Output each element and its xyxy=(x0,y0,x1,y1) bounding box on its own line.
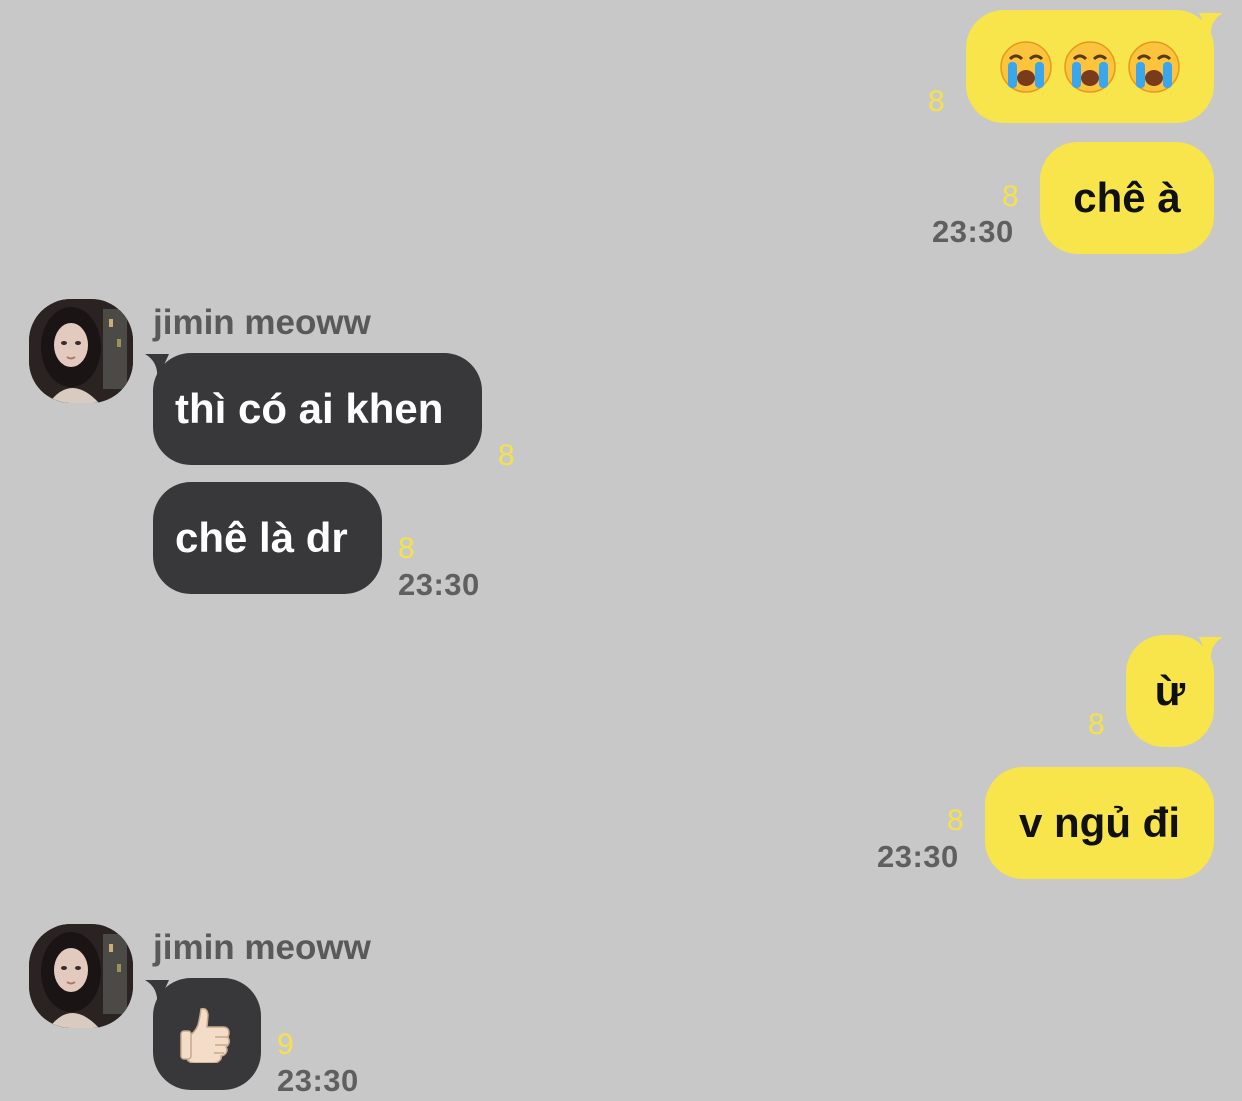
message-bubble-sent[interactable] xyxy=(966,10,1214,123)
thumbs-up-icon xyxy=(179,1005,235,1064)
unread-count: 8 xyxy=(928,85,945,118)
profile-photo-icon xyxy=(29,924,133,1028)
crying-face-icon xyxy=(1127,40,1181,94)
message-timestamp: 23:30 xyxy=(398,567,480,602)
message-timestamp: 23:30 xyxy=(932,214,1014,249)
sender-name: jimin meoww xyxy=(153,303,371,342)
sender-name: jimin meoww xyxy=(153,928,371,967)
crying-face-icon xyxy=(999,40,1053,94)
crying-face-icon xyxy=(1063,40,1117,94)
message-bubble-sent[interactable]: v ngủ đi xyxy=(985,767,1214,879)
unread-count: 8 xyxy=(1088,708,1105,741)
avatar[interactable] xyxy=(29,924,133,1028)
unread-count: 8 xyxy=(498,439,515,472)
message-text: chê à xyxy=(1073,174,1181,221)
message-bubble-received[interactable] xyxy=(153,978,261,1090)
profile-photo-icon xyxy=(29,299,133,403)
bubble-tail xyxy=(1199,637,1223,663)
message-bubble-received[interactable]: thì có ai khen xyxy=(153,353,482,465)
message-bubble-sent[interactable]: chê à xyxy=(1040,142,1214,254)
message-text: v ngủ đi xyxy=(1019,799,1180,846)
unread-count: 8 xyxy=(947,804,964,837)
bubble-tail xyxy=(1199,13,1223,39)
message-text: ừ xyxy=(1154,667,1186,714)
message-bubble-received[interactable]: chê là dr xyxy=(153,482,382,594)
message-text: chê là dr xyxy=(175,514,348,561)
unread-count: 8 xyxy=(398,532,415,565)
unread-count: 8 xyxy=(1002,180,1019,213)
message-text: thì có ai khen xyxy=(175,385,444,432)
message-timestamp: 23:30 xyxy=(277,1063,359,1098)
message-timestamp: 23:30 xyxy=(877,839,959,874)
avatar[interactable] xyxy=(29,299,133,403)
unread-count: 9 xyxy=(277,1028,294,1061)
